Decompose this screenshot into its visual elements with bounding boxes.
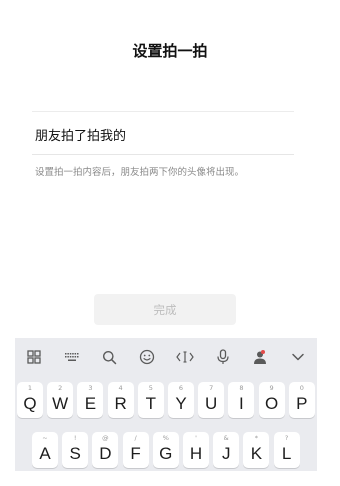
key-letter: G [159,444,173,463]
key-letter: F [130,444,141,463]
key-hint: 3 [88,384,93,392]
key-row-1: 1Q2W3E4R5T6Y7U8I9O0P [15,382,317,422]
key-letter: J [221,444,231,463]
key-row-2: ~ A! S @ D / F% G ' H & J * K? L [15,432,317,472]
key-letter: U [205,394,218,413]
keyboard-tool-button[interactable] [53,338,91,376]
key-hint: ~ [42,434,48,442]
done-button[interactable]: 完成 [94,294,236,325]
key-hint: 8 [239,384,244,392]
keyboard: 1Q2W3E4R5T6Y7U8I9O0P ~ A! S @ D / F% G ' H & J * K? L [15,338,317,471]
search-tool-button[interactable] [91,338,129,376]
key-hint: 7 [209,384,214,392]
key-y[interactable]: 6Y [168,382,194,418]
divider-top [32,111,294,112]
cursor-tool-button[interactable] [166,338,204,376]
key-letter: P [296,394,308,413]
key-letter: T [145,394,156,413]
key-t[interactable]: 5T [137,382,164,418]
page-title: 设置拍一拍 [132,42,208,60]
key-p[interactable]: 0P [288,382,315,418]
key-hint: 1 [27,384,33,392]
grid-icon [27,350,41,364]
key-letter: R [114,394,127,413]
key-q[interactable]: 1Q [17,382,43,418]
key-d[interactable]: @ D [92,432,119,468]
key-u[interactable]: 7U [198,382,225,418]
key-letter: D [99,444,112,463]
key-letter: O [264,394,279,413]
hint-text: 设置拍一拍内容后，朋友拍两下你的头像将出现。 [35,167,245,178]
pat-text-input[interactable]: 朋友拍了拍我的 [35,125,126,144]
divider-bottom [32,154,294,155]
key-hint: / [134,434,137,442]
key-letter: K [250,444,263,463]
key-e[interactable]: 3E [77,382,104,418]
avatar-tool-button[interactable] [242,338,280,376]
emoji-tool-button[interactable] [128,338,166,376]
key-hint: 9 [269,384,274,392]
key-letter: I [239,394,244,413]
key-g[interactable]: % G [152,432,179,468]
search-icon [102,350,117,365]
microphone-icon [216,349,230,365]
key-letter: S [69,444,81,463]
key-h[interactable]: ' H [183,432,209,468]
key-letter: E [84,394,97,413]
key-hint: ? [284,434,289,442]
cursor-icon [176,350,194,364]
key-j[interactable]: & J [213,432,240,468]
key-hint: @ [102,434,109,442]
emoji-icon [139,349,155,365]
key-letter: Y [175,394,187,413]
keyboard-toolbar [15,338,317,376]
key-letter: H [189,444,203,463]
key-letter: Q [23,394,37,413]
grid-tool-button[interactable] [15,338,53,376]
key-hint: 6 [178,384,184,392]
key-hint: 0 [299,384,304,392]
key-letter: A [39,444,51,463]
key-letter: L [281,444,292,463]
microphone-tool-button[interactable] [204,338,242,376]
key-hint: 5 [148,384,153,392]
key-w[interactable]: 2W [47,382,74,418]
collapse-icon [291,352,305,362]
key-f[interactable]: / F [122,432,149,468]
key-a[interactable]: ~ A [32,432,58,468]
key-i[interactable]: 8I [228,382,255,418]
key-hint: & [223,434,229,442]
key-hint: ! [73,434,77,442]
key-hint: * [254,434,259,442]
key-l[interactable]: ? L [273,432,300,468]
key-hint: ' [195,434,197,442]
key-hint: 4 [118,384,123,392]
keyboard-icon [64,351,80,363]
key-letter: W [52,394,69,413]
key-s[interactable]: ! S [62,432,89,468]
key-hint: % [162,434,169,442]
key-r[interactable]: 4R [107,382,134,418]
key-hint: 2 [58,384,63,392]
collapse-tool-button[interactable] [279,338,317,376]
key-k[interactable]: * K [243,432,270,468]
key-o[interactable]: 9O [258,382,285,418]
